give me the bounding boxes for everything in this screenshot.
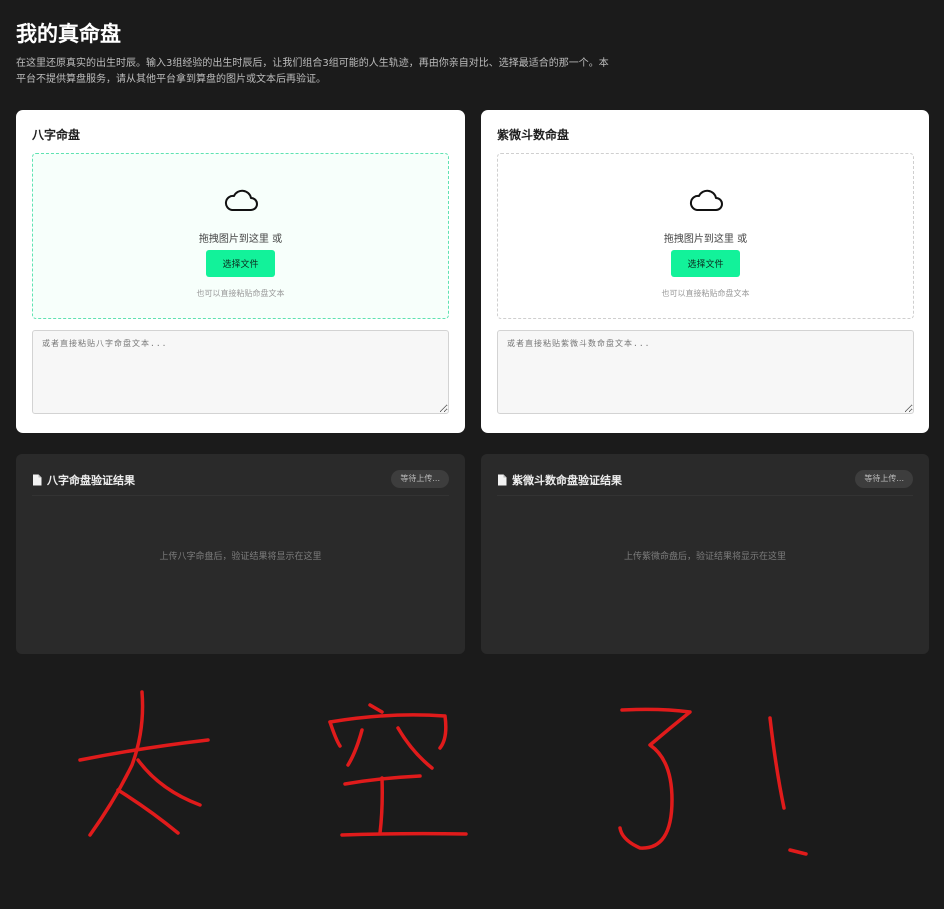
ziwei-drop-hint: 也可以直接粘贴命盘文本 [661, 289, 750, 298]
page-description: 在这里还原真实的出生时辰。输入3组经验的出生时辰后，让我们组合3组可能的人生轨迹… [16, 58, 609, 85]
bazi-result-card: 八字命盘验证结果 等待上传... 上传八字命盘后，验证结果将显示在这里 [16, 454, 465, 654]
bazi-select-file-button[interactable]: 选择文件 [206, 250, 275, 277]
bazi-result-title: 八字命盘验证结果 [32, 472, 135, 488]
document-icon [33, 474, 42, 486]
ziwei-result-empty-text: 上传紫微命盘后，验证结果将显示在这里 [623, 552, 786, 562]
bazi-drop-text: 拖拽图片到这里 或 [198, 234, 283, 245]
ziwei-select-file-button[interactable]: 选择文件 [671, 250, 740, 277]
bazi-dropzone[interactable]: 拖拽图片到这里 或 选择文件 也可以直接粘贴命盘文本 [32, 153, 449, 319]
page-header: 我的真命盘 在这里还原真实的出生时辰。输入3组经验的出生时辰后，让我们组合3组可… [16, 20, 616, 88]
bazi-result-empty-text: 上传八字命盘后，验证结果将显示在这里 [159, 552, 322, 562]
cloud-icon [224, 189, 258, 211]
ziwei-card-title: 紫微斗数命盘 [497, 128, 570, 142]
bazi-upload-card: 八字命盘 拖拽图片到这里 或 选择文件 也可以直接粘贴命盘文本 [16, 110, 465, 433]
ziwei-result-title-text: 紫微斗数命盘验证结果 [512, 474, 622, 487]
ziwei-paste-textarea[interactable] [497, 330, 914, 414]
bazi-status-badge: 等待上传... [391, 470, 449, 488]
ziwei-upload-card: 紫微斗数命盘 拖拽图片到这里 或 选择文件 也可以直接粘贴命盘文本 [481, 110, 929, 433]
ziwei-result-card: 紫微斗数命盘验证结果 等待上传... 上传紫微命盘后，验证结果将显示在这里 [481, 454, 929, 654]
ziwei-result-title: 紫微斗数命盘验证结果 [497, 472, 622, 488]
bazi-paste-textarea[interactable] [32, 330, 449, 414]
handwritten-annotation [78, 690, 808, 856]
document-icon [498, 474, 507, 486]
bazi-drop-hint: 也可以直接粘贴命盘文本 [196, 289, 285, 298]
cloud-icon [689, 189, 723, 211]
bazi-card-title: 八字命盘 [32, 128, 81, 142]
ziwei-dropzone[interactable]: 拖拽图片到这里 或 选择文件 也可以直接粘贴命盘文本 [497, 153, 914, 319]
page-title: 我的真命盘 [16, 22, 121, 46]
ziwei-result-header: 紫微斗数命盘验证结果 等待上传... [497, 470, 913, 496]
ziwei-drop-text: 拖拽图片到这里 或 [663, 234, 748, 245]
bazi-result-title-text: 八字命盘验证结果 [47, 474, 135, 487]
ziwei-status-badge: 等待上传... [855, 470, 913, 488]
bazi-result-header: 八字命盘验证结果 等待上传... [32, 470, 449, 496]
